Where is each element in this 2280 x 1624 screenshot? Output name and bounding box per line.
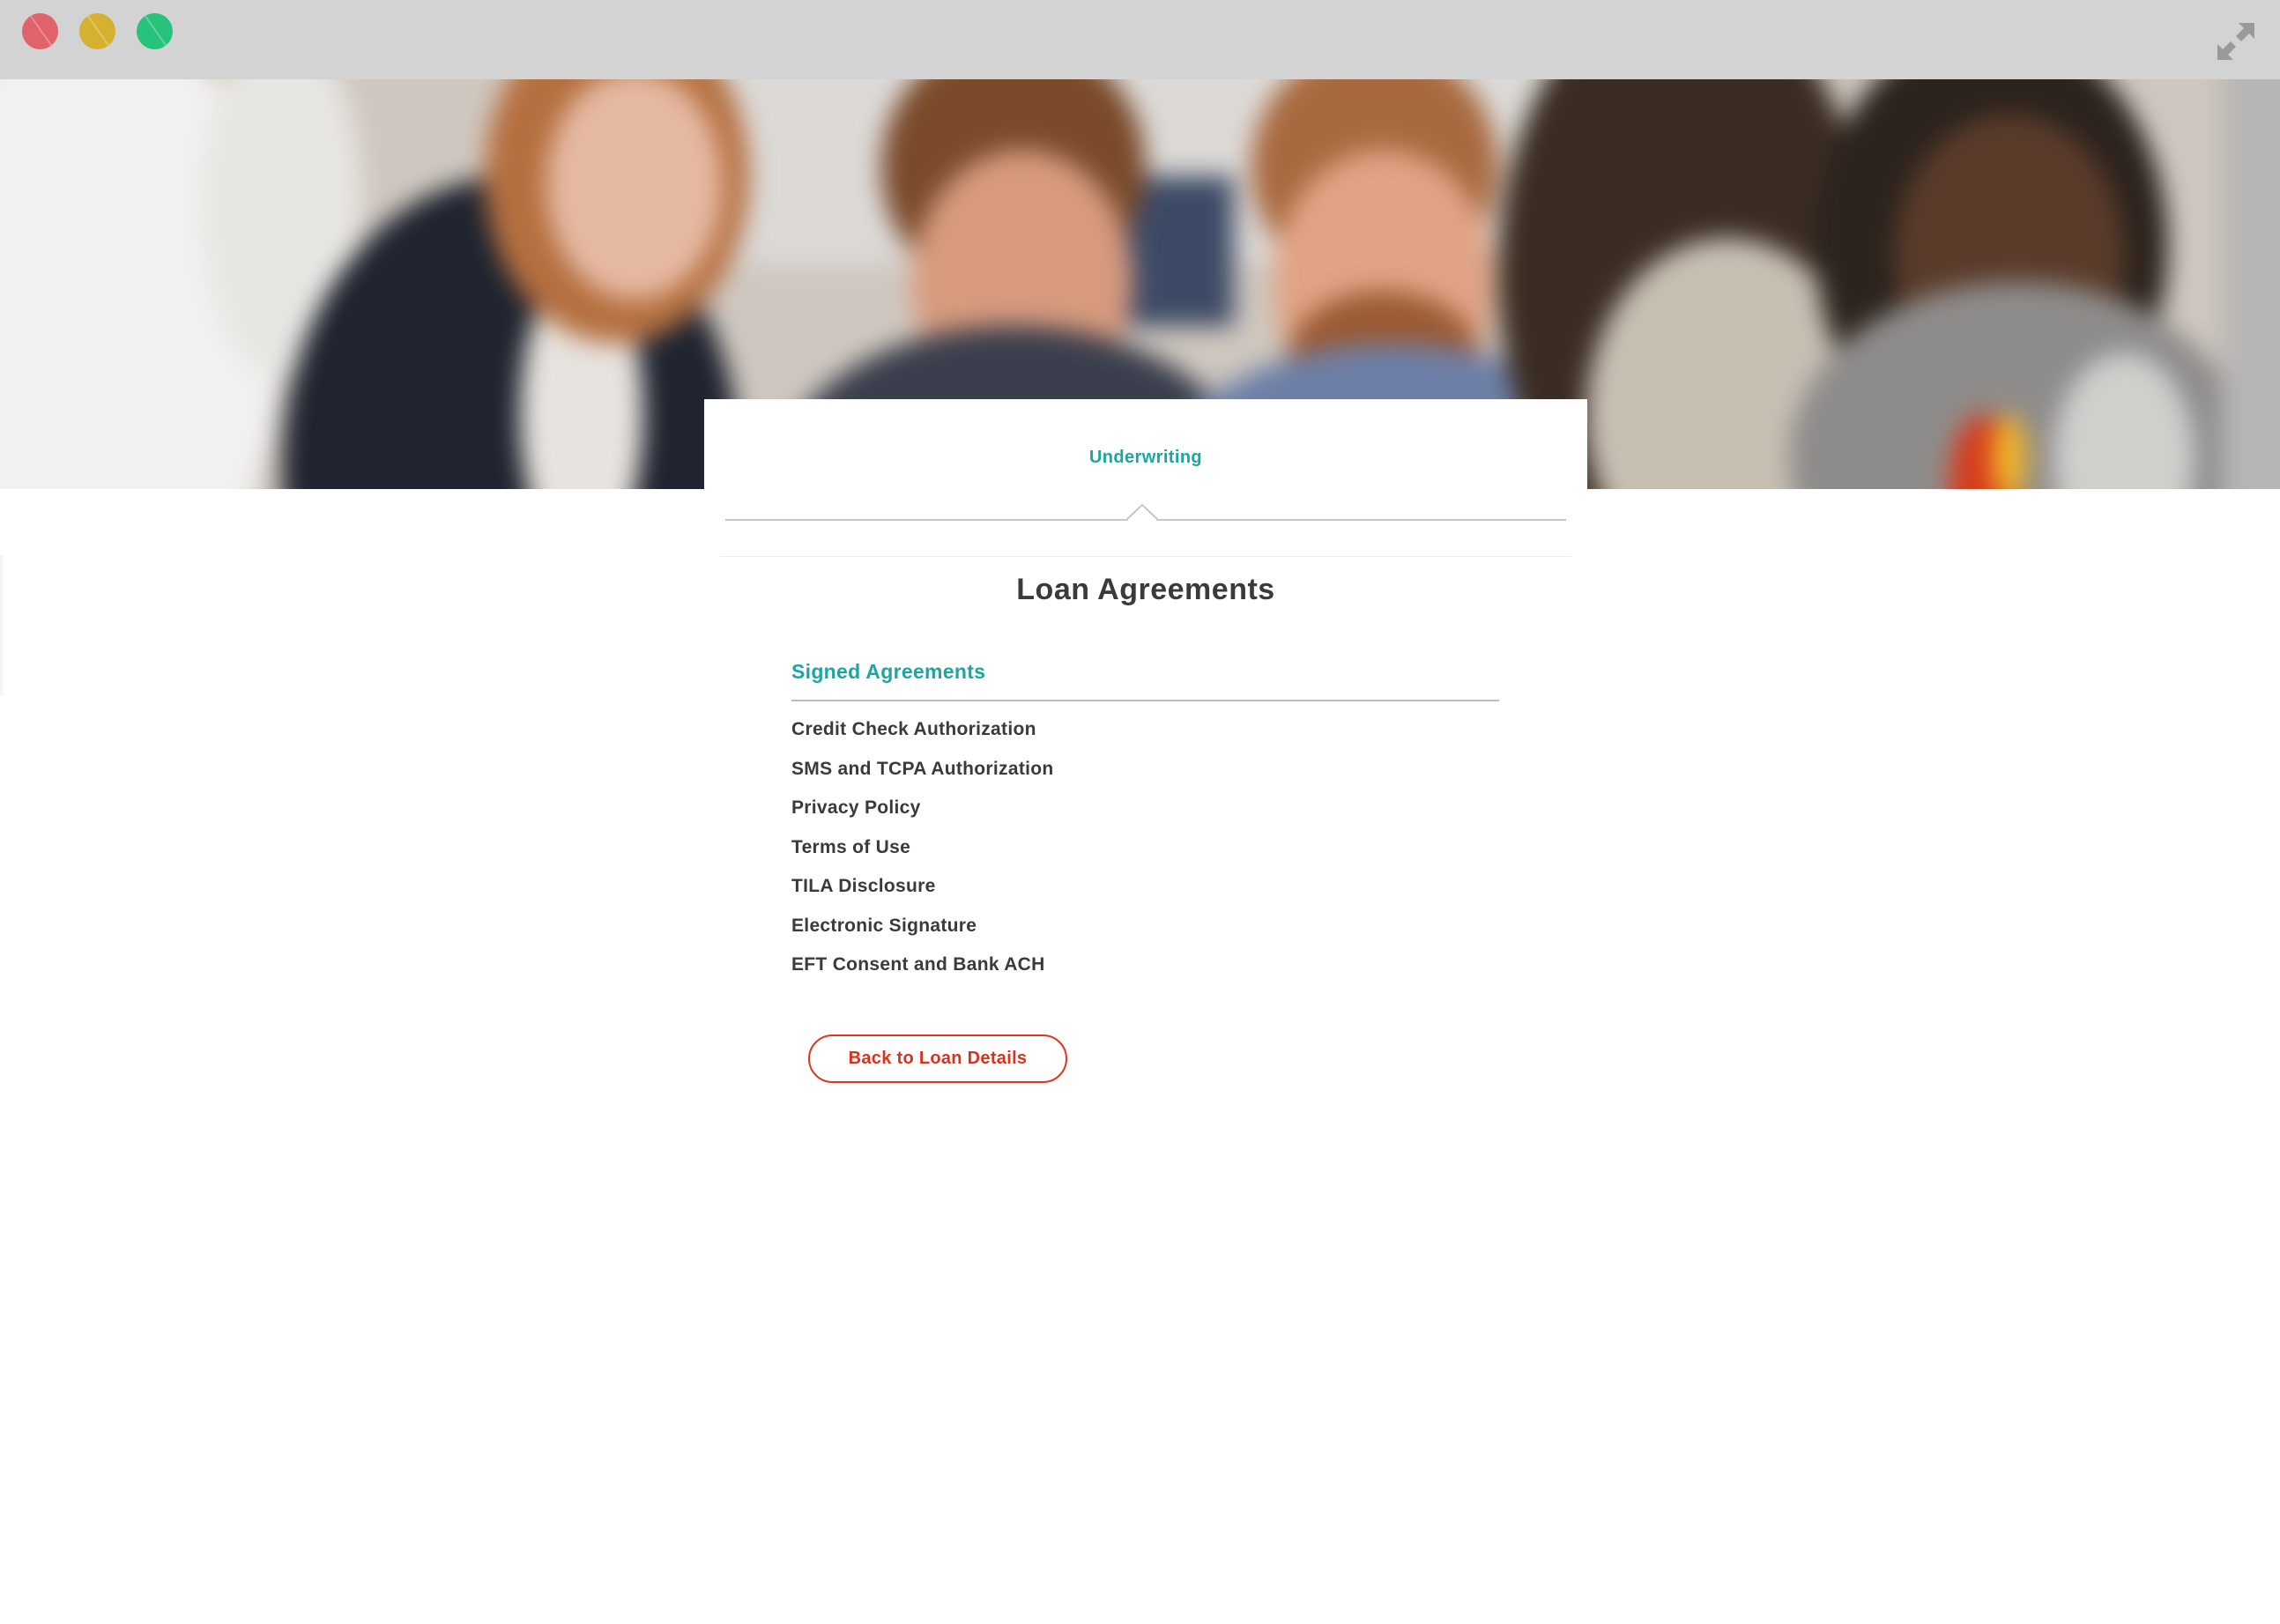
window-titlebar — [0, 0, 2280, 79]
left-edge-shadow — [0, 555, 5, 696]
agreement-link-sms-tcpa[interactable]: SMS and TCPA Authorization — [791, 759, 1054, 798]
page-title: Loan Agreements — [1016, 573, 1275, 606]
agreement-link-tila-disclosure[interactable]: TILA Disclosure — [791, 876, 1054, 916]
signed-agreements-heading: Signed Agreements — [791, 660, 986, 683]
agreement-link-privacy-policy[interactable]: Privacy Policy — [791, 797, 1054, 837]
agreement-link-electronic-signature[interactable]: Electronic Signature — [791, 916, 1054, 955]
tab-underwriting[interactable]: Underwriting — [704, 448, 1587, 468]
expand-icon[interactable] — [2214, 19, 2258, 63]
back-to-loan-details-button[interactable]: Back to Loan Details — [808, 1034, 1067, 1083]
close-window-button[interactable] — [22, 13, 58, 49]
loan-agreements-card: Underwriting Loan Agreements Signed Agre… — [704, 399, 1587, 1104]
agreements-list: Credit Check Authorization SMS and TCPA … — [791, 719, 1054, 994]
agreement-link-terms-of-use[interactable]: Terms of Use — [791, 837, 1054, 877]
section-separator — [720, 556, 1571, 557]
active-tab-caret-icon — [1126, 503, 1158, 521]
agreement-link-eft-consent[interactable]: EFT Consent and Bank ACH — [791, 954, 1054, 994]
minimize-window-button[interactable] — [79, 13, 115, 49]
maximize-window-button[interactable] — [137, 13, 173, 49]
heading-divider — [791, 700, 1499, 701]
agreement-link-credit-check[interactable]: Credit Check Authorization — [791, 719, 1054, 759]
